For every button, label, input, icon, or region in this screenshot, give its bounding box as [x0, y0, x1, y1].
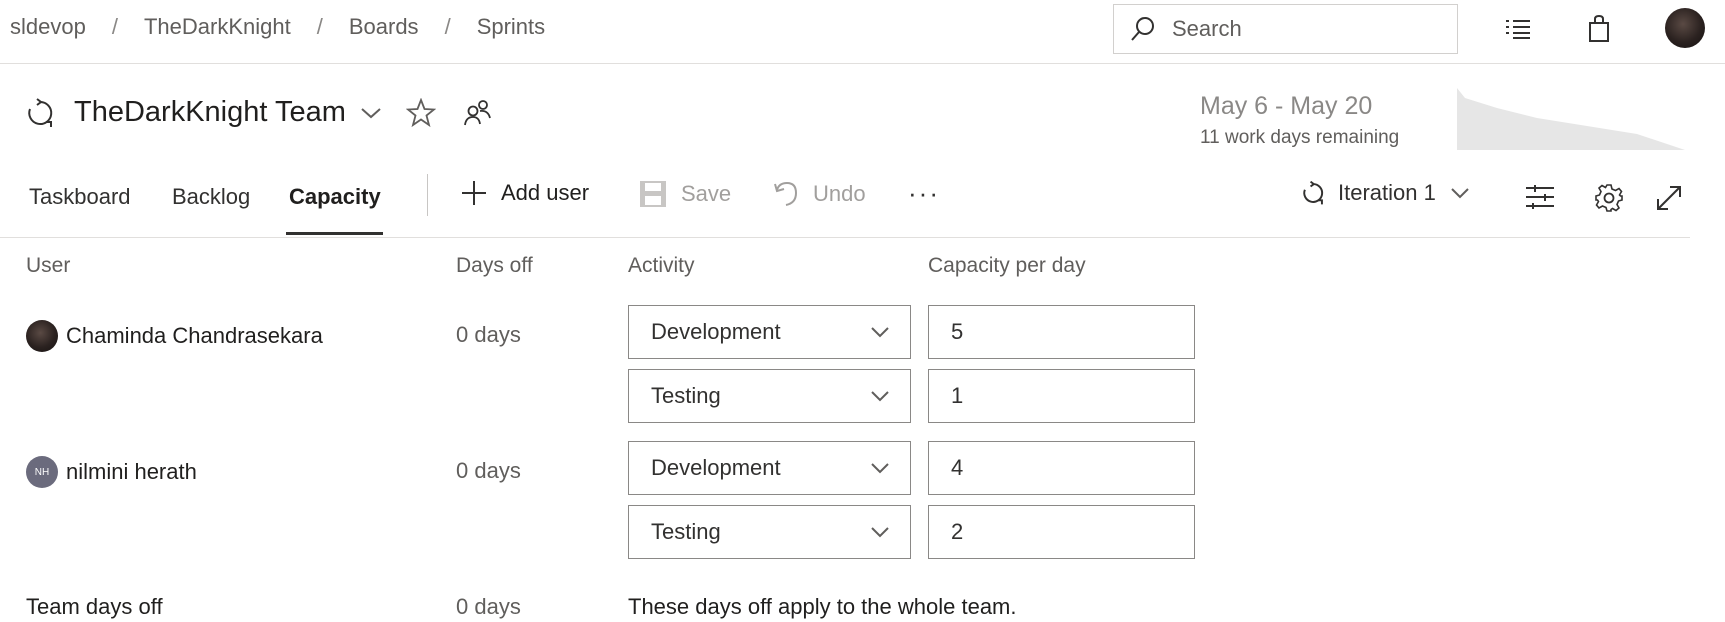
activity-select[interactable]: Testing — [628, 505, 911, 559]
gear-icon[interactable] — [1594, 183, 1624, 213]
save-label: Save — [681, 181, 732, 206]
column-header-days-off: Days off — [456, 254, 533, 277]
capacity-input[interactable]: 4 — [928, 441, 1195, 495]
filter-icon[interactable] — [1525, 184, 1555, 210]
column-header-activity: Activity — [628, 254, 695, 277]
capacity-value: 1 — [951, 383, 964, 408]
team-header: TheDarkKnight Team — [24, 96, 492, 129]
save-button[interactable]: Save — [639, 180, 731, 208]
activity-value: Development — [651, 319, 781, 344]
breadcrumb-sprints[interactable]: Sprints — [477, 14, 545, 40]
chevron-down-icon — [871, 527, 889, 538]
team-member-row: Chaminda Chandrasekara — [26, 320, 323, 352]
add-user-label: Add user — [501, 180, 590, 205]
undo-icon — [774, 181, 798, 206]
chevron-down-icon[interactable] — [360, 106, 382, 120]
avatar: NH — [26, 456, 58, 488]
breadcrumb-boards[interactable]: Boards — [349, 14, 419, 40]
capacity-input[interactable]: 2 — [928, 505, 1195, 559]
active-tab-indicator — [286, 232, 383, 235]
toolbar-divider — [427, 174, 428, 216]
activity-value: Development — [651, 455, 781, 480]
column-header-user: User — [26, 254, 71, 277]
breadcrumb-org[interactable]: sldevop — [10, 14, 86, 40]
more-actions-button[interactable]: ··· — [908, 178, 940, 209]
member-days-off[interactable]: 0 days — [456, 458, 521, 484]
team-title[interactable]: TheDarkKnight Team — [74, 96, 346, 129]
activity-value: Testing — [651, 383, 721, 408]
member-name[interactable]: nilmini herath — [66, 459, 197, 485]
breadcrumb-project[interactable]: TheDarkKnight — [144, 14, 291, 40]
undo-button[interactable]: Undo — [773, 180, 866, 208]
sprint-days-remaining: 11 work days remaining — [1200, 127, 1400, 148]
plus-icon — [462, 181, 486, 205]
iteration-label: Iteration 1 — [1338, 180, 1436, 205]
activity-select[interactable]: Testing — [628, 369, 911, 423]
column-header-capacity: Capacity per day — [928, 254, 1086, 277]
capacity-value: 5 — [951, 319, 964, 344]
breadcrumb-separator: / — [111, 14, 118, 39]
tab-backlog[interactable]: Backlog — [172, 184, 250, 210]
avatar — [26, 320, 58, 352]
breadcrumb-separator: / — [444, 14, 451, 39]
undo-label: Undo — [813, 181, 866, 206]
chevron-down-icon — [1451, 188, 1469, 199]
toolbar: Taskboard Backlog Capacity Add user Save… — [0, 166, 1690, 238]
sprint-date-range: May 6 - May 20 — [1200, 92, 1373, 120]
sprint-icon — [1303, 180, 1324, 205]
save-icon — [640, 181, 666, 207]
breadcrumb-separator: / — [316, 14, 323, 39]
iteration-picker[interactable]: Iteration 1 — [1300, 180, 1470, 206]
tab-taskboard[interactable]: Taskboard — [29, 184, 131, 210]
shopping-bag-icon[interactable] — [1582, 12, 1616, 46]
team-member-row: NH nilmini herath — [26, 456, 197, 488]
top-bar: sldevop / TheDarkKnight / Boards / Sprin… — [0, 0, 1725, 64]
capacity-input[interactable]: 5 — [928, 305, 1195, 359]
capacity-input[interactable]: 1 — [928, 369, 1195, 423]
search-icon — [1131, 17, 1154, 41]
team-days-off-value[interactable]: 0 days — [456, 594, 521, 620]
search-placeholder: Search — [1172, 16, 1242, 41]
burndown-chart[interactable] — [1457, 88, 1685, 152]
chevron-down-icon — [871, 463, 889, 474]
tab-capacity[interactable]: Capacity — [289, 184, 381, 210]
user-avatar[interactable] — [1665, 8, 1705, 48]
add-user-button[interactable]: Add user — [461, 180, 589, 206]
member-days-off[interactable]: 0 days — [456, 322, 521, 348]
expand-icon[interactable] — [1655, 184, 1683, 212]
sprint-icon — [28, 97, 53, 127]
activity-select[interactable]: Development — [628, 305, 911, 359]
star-icon[interactable] — [405, 97, 436, 128]
list-settings-icon[interactable] — [1501, 12, 1535, 46]
member-name[interactable]: Chaminda Chandrasekara — [66, 323, 323, 349]
capacity-value: 2 — [951, 519, 964, 544]
activity-value: Testing — [651, 519, 721, 544]
sprint-dates: May 6 - May 20 11 work days remaining — [1200, 92, 1399, 149]
chevron-down-icon — [871, 327, 889, 338]
activity-select[interactable]: Development — [628, 441, 911, 495]
team-days-off-label: Team days off — [26, 594, 163, 619]
chevron-down-icon — [871, 391, 889, 402]
search-box[interactable]: Search — [1113, 4, 1458, 54]
capacity-value: 4 — [951, 455, 964, 480]
team-members-icon[interactable] — [462, 98, 492, 128]
breadcrumb: sldevop / TheDarkKnight / Boards / Sprin… — [10, 14, 545, 40]
team-days-off-note: These days off apply to the whole team. — [628, 594, 1017, 619]
